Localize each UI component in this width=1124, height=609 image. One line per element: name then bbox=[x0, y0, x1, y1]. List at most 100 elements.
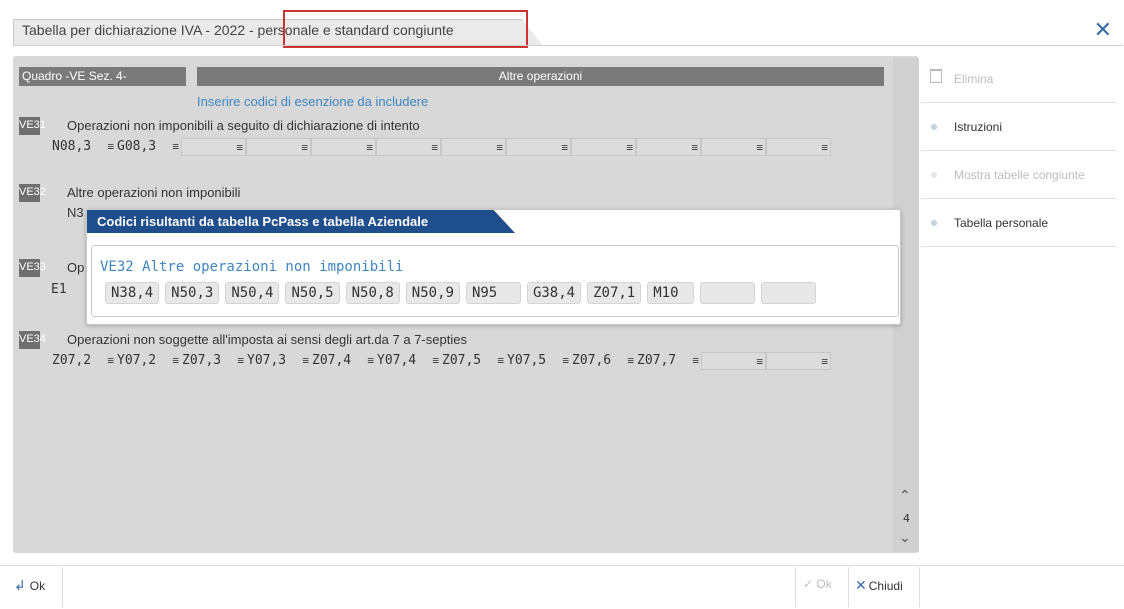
side-item-label: Elimina bbox=[954, 72, 994, 86]
row-code-ve34: VE34 bbox=[19, 331, 46, 349]
menu-icon[interactable]: ≡ bbox=[431, 139, 438, 157]
enter-icon: ↲ bbox=[14, 577, 26, 593]
code-chip bbox=[761, 282, 817, 304]
popup-code-list: N38,4 N50,3 N50,4 N50,5 N50,8 N50,9 N95 … bbox=[105, 282, 817, 304]
code-field[interactable]: ≡ bbox=[701, 352, 766, 370]
ok-left-label: Ok bbox=[29, 579, 46, 593]
close-icon: ✕ bbox=[855, 577, 867, 593]
menu-icon[interactable]: ≡ bbox=[301, 139, 308, 157]
code-field[interactable]: ≡ bbox=[571, 138, 636, 156]
menu-icon[interactable]: ≡ bbox=[562, 352, 569, 370]
menu-icon[interactable]: ≡ bbox=[821, 353, 828, 371]
ok-button-right[interactable]: ✓ Ok bbox=[803, 577, 832, 591]
code-field[interactable]: Z07,5 ≡ bbox=[441, 352, 506, 370]
code-chip: N38,4 bbox=[105, 282, 160, 304]
side-item-label: Mostra tabelle congiunte bbox=[954, 168, 1085, 182]
side-item-elimina[interactable]: Elimina bbox=[921, 56, 1117, 103]
code-field-value: Z07,4 bbox=[312, 353, 352, 368]
menu-icon[interactable]: ≡ bbox=[756, 139, 763, 157]
section-header: Altre operazioni bbox=[197, 67, 884, 86]
code-field[interactable]: Z07,2 ≡ bbox=[51, 352, 116, 370]
code-field-value: Z07,3 bbox=[182, 353, 222, 368]
code-field[interactable]: ≡ bbox=[311, 138, 376, 156]
row-label-ve32: Altre operazioni non imponibili bbox=[67, 185, 241, 200]
code-field[interactable]: Y07,3 ≡ bbox=[246, 352, 311, 370]
code-field[interactable]: Z07,7 ≡ bbox=[636, 352, 701, 370]
quadro-label: Quadro -VE Sez. 4- bbox=[19, 67, 186, 86]
ok-button-left[interactable]: ↲ Ok bbox=[14, 577, 45, 594]
scroll-page-number: 4 bbox=[903, 512, 910, 525]
side-item-tabella-personale[interactable]: Tabella personale bbox=[921, 200, 1117, 247]
menu-icon[interactable]: ≡ bbox=[691, 139, 698, 157]
code-field-value: Y07,4 bbox=[377, 353, 417, 368]
footer-separator bbox=[795, 567, 796, 607]
code-field[interactable]: ≡ bbox=[636, 138, 701, 156]
code-field[interactable]: ≡ bbox=[181, 138, 246, 156]
code-field-value: Y07,3 bbox=[247, 353, 287, 368]
footer-separator bbox=[62, 567, 63, 607]
menu-icon[interactable]: ≡ bbox=[172, 138, 179, 156]
menu-icon[interactable]: ≡ bbox=[496, 139, 503, 157]
side-item-istruzioni[interactable]: Istruzioni bbox=[921, 104, 1117, 151]
code-field[interactable]: Y07,4 ≡ bbox=[376, 352, 441, 370]
code-field[interactable]: Y07,2 ≡ bbox=[116, 352, 181, 370]
row-fragment-ve32: N3 bbox=[67, 205, 84, 220]
row-fields-ve31: N08,3 ≡ G08,3 ≡ ≡ ≡ ≡ ≡ ≡ ≡ ≡ ≡ ≡ ≡ bbox=[51, 138, 831, 156]
code-field[interactable]: ≡ bbox=[376, 138, 441, 156]
menu-icon[interactable]: ≡ bbox=[692, 352, 699, 370]
code-field[interactable]: ≡ bbox=[701, 138, 766, 156]
menu-icon[interactable]: ≡ bbox=[107, 138, 114, 156]
close-button[interactable]: ✕ Chiudi bbox=[855, 577, 903, 594]
menu-icon[interactable]: ≡ bbox=[367, 352, 374, 370]
code-field[interactable]: ≡ bbox=[246, 138, 311, 156]
scroll-up-icon[interactable]: ⌃ bbox=[899, 488, 911, 504]
code-field-value: Z07,5 bbox=[442, 353, 482, 368]
title-prefix: Tabella per dichiarazione IVA - 2022 - bbox=[22, 22, 258, 38]
menu-icon[interactable]: ≡ bbox=[626, 139, 633, 157]
code-chip: N95 bbox=[465, 282, 521, 304]
row-code-ve32: VE32 bbox=[19, 184, 46, 202]
code-field[interactable]: G08,3 ≡ bbox=[116, 138, 181, 156]
code-chip: N50,8 bbox=[345, 282, 400, 304]
title-divider bbox=[13, 45, 1123, 46]
code-field[interactable]: Z07,4 ≡ bbox=[311, 352, 376, 370]
row-code-ve33: VE33 bbox=[19, 259, 46, 277]
row-fragment-ve33: E1 bbox=[51, 282, 67, 297]
code-field[interactable]: Z07,3 ≡ bbox=[181, 352, 246, 370]
menu-icon[interactable]: ≡ bbox=[172, 352, 179, 370]
menu-icon[interactable]: ≡ bbox=[821, 139, 828, 157]
menu-icon[interactable]: ≡ bbox=[237, 352, 244, 370]
scroll-down-icon[interactable]: ⌄ bbox=[899, 530, 911, 546]
code-field[interactable]: Z07,6 ≡ bbox=[571, 352, 636, 370]
code-field-value: Z07,2 bbox=[52, 353, 92, 368]
close-icon[interactable]: ✕ bbox=[1094, 18, 1112, 43]
code-field[interactable]: ≡ bbox=[766, 352, 831, 370]
code-chip: G38,4 bbox=[526, 282, 582, 304]
menu-icon[interactable]: ≡ bbox=[497, 352, 504, 370]
menu-icon[interactable]: ≡ bbox=[107, 352, 114, 370]
menu-icon[interactable]: ≡ bbox=[366, 139, 373, 157]
check-icon: ✓ bbox=[803, 577, 814, 591]
code-chip: N50,3 bbox=[165, 282, 220, 304]
footer-divider bbox=[0, 565, 1124, 566]
menu-icon[interactable]: ≡ bbox=[561, 139, 568, 157]
menu-icon[interactable]: ≡ bbox=[756, 353, 763, 371]
menu-icon[interactable]: ≡ bbox=[236, 139, 243, 157]
row-fields-ve34: Z07,2 ≡ Y07,2 ≡ Z07,3 ≡ Y07,3 ≡ Z07,4 ≡ Y07,4… bbox=[51, 352, 831, 370]
menu-icon[interactable]: ≡ bbox=[432, 352, 439, 370]
footer-separator bbox=[919, 567, 920, 607]
row-label-fragment-ve33: Op bbox=[67, 260, 85, 275]
code-field[interactable]: ≡ bbox=[766, 138, 831, 156]
code-field-value: Y07,5 bbox=[507, 353, 547, 368]
menu-icon[interactable]: ≡ bbox=[627, 352, 634, 370]
code-field[interactable]: Y07,5 ≡ bbox=[506, 352, 571, 370]
footer-separator bbox=[848, 567, 849, 607]
code-field[interactable]: ≡ bbox=[506, 138, 571, 156]
code-chip bbox=[700, 282, 756, 304]
code-field[interactable]: N08,3 ≡ bbox=[51, 138, 116, 156]
popup-content: VE32 Altre operazioni non imponibili N38… bbox=[91, 245, 899, 317]
side-item-label: Istruzioni bbox=[954, 120, 1003, 134]
menu-icon[interactable]: ≡ bbox=[302, 352, 309, 370]
code-field[interactable]: ≡ bbox=[441, 138, 506, 156]
side-item-mostra-tabelle[interactable]: Mostra tabelle congiunte bbox=[921, 152, 1117, 199]
